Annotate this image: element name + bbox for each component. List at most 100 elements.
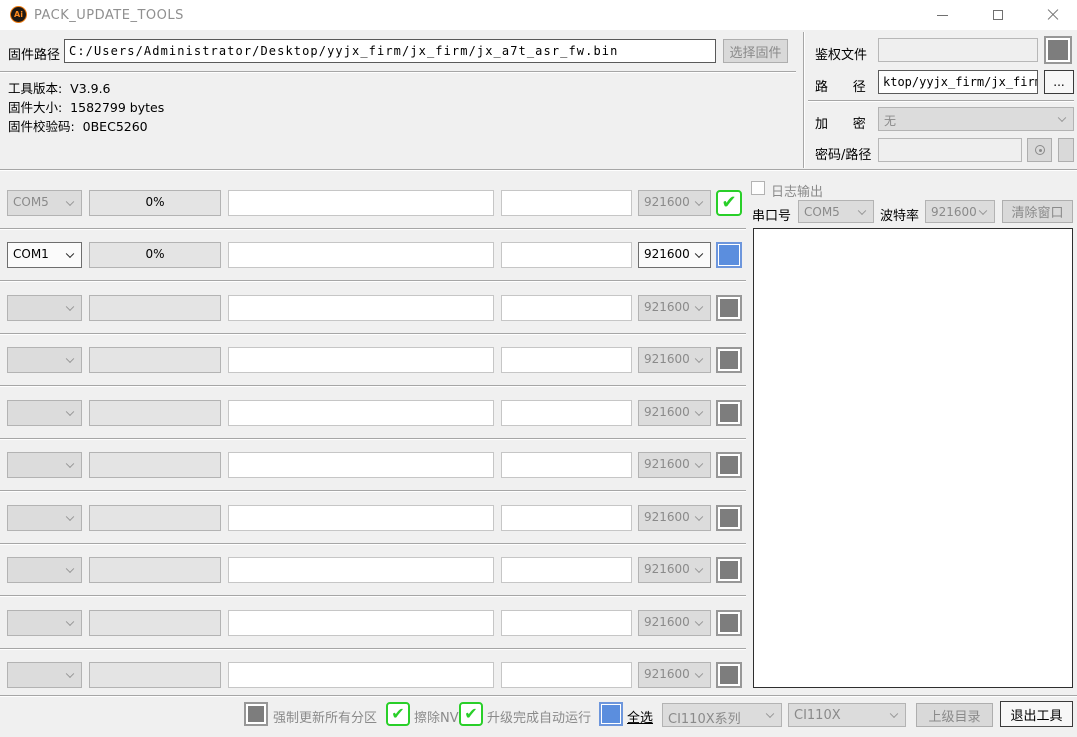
port-select[interactable]: COM1 bbox=[7, 242, 82, 268]
chevron-down-icon bbox=[695, 198, 703, 206]
log-output-checkbox[interactable] bbox=[751, 181, 765, 195]
port-select bbox=[7, 557, 82, 583]
checkbox-fill bbox=[1048, 40, 1068, 60]
port-select bbox=[7, 295, 82, 321]
row-divider bbox=[0, 543, 746, 544]
baud-value: 921600 bbox=[644, 615, 690, 629]
row-checkbox bbox=[716, 400, 742, 426]
auth-file-checkbox bbox=[1044, 36, 1072, 64]
baud-select: 921600 bbox=[638, 557, 711, 583]
baud-value: 921600 bbox=[644, 300, 690, 314]
chevron-down-icon bbox=[695, 460, 703, 468]
progress-bar bbox=[89, 400, 221, 426]
status-field-1 bbox=[228, 610, 494, 636]
chevron-down-icon bbox=[695, 565, 703, 573]
erase-nv-checkbox[interactable]: ✔ bbox=[386, 702, 410, 726]
baud-value: 921600 bbox=[644, 195, 690, 209]
status-field-2 bbox=[501, 295, 632, 321]
status-field-2 bbox=[501, 557, 632, 583]
select-all-label: 全选 bbox=[627, 707, 653, 726]
row-divider bbox=[0, 648, 746, 649]
exit-tool-button[interactable]: 退出工具 bbox=[1000, 701, 1073, 727]
parent-dir-button: 上级目录 bbox=[916, 703, 993, 727]
row-divider bbox=[0, 385, 746, 386]
baud-value: 921600 bbox=[644, 457, 690, 471]
auto-run-label: 升级完成自动运行 bbox=[487, 707, 591, 726]
baud-value: 921600 bbox=[644, 247, 690, 261]
status-field-2 bbox=[501, 610, 632, 636]
status-field-1 bbox=[228, 662, 494, 688]
checkbox-fill bbox=[720, 456, 738, 474]
baud-value: 921600 bbox=[644, 510, 690, 524]
row-divider bbox=[0, 595, 746, 596]
chevron-down-icon bbox=[858, 206, 866, 214]
progress-bar bbox=[89, 452, 221, 478]
port-value: COM5 bbox=[13, 195, 49, 209]
row-checkbox[interactable]: ✔ bbox=[716, 190, 742, 216]
auto-run-checkbox[interactable]: ✔ bbox=[459, 702, 483, 726]
log-output-area[interactable] bbox=[753, 228, 1073, 688]
chevron-down-icon bbox=[66, 670, 74, 678]
check-icon: ✔ bbox=[461, 704, 481, 723]
minimize-button[interactable] bbox=[922, 0, 962, 30]
chevron-down-icon bbox=[695, 618, 703, 626]
password-extra-button[interactable] bbox=[1058, 138, 1074, 162]
row-divider bbox=[0, 280, 746, 281]
force-update-checkbox bbox=[244, 702, 268, 726]
password-show-button[interactable] bbox=[1027, 138, 1052, 162]
close-button[interactable] bbox=[1033, 0, 1073, 30]
select-firmware-button: 选择固件 bbox=[723, 39, 788, 63]
maximize-button[interactable] bbox=[978, 0, 1018, 30]
checkbox-fill bbox=[720, 509, 738, 527]
firmware-checksum-text: 固件校验码: 0BEC5260 bbox=[8, 116, 148, 135]
com-row: 921600 bbox=[0, 662, 746, 688]
row-checkbox bbox=[716, 557, 742, 583]
status-field-1 bbox=[228, 190, 494, 216]
close-icon bbox=[1047, 9, 1059, 21]
status-field-1 bbox=[228, 295, 494, 321]
status-field-1 bbox=[228, 505, 494, 531]
status-field-1 bbox=[228, 452, 494, 478]
status-field-1 bbox=[228, 400, 494, 426]
checkbox-fill bbox=[720, 404, 738, 422]
row-checkbox bbox=[716, 452, 742, 478]
series-select: CI110X系列 bbox=[662, 703, 782, 727]
encrypt-select: 无 bbox=[878, 107, 1074, 131]
force-update-label: 强制更新所有分区 bbox=[273, 707, 377, 726]
auth-path-label: 路 径 bbox=[815, 76, 866, 95]
minimize-icon bbox=[937, 15, 948, 16]
baud-select[interactable]: 921600 bbox=[638, 242, 711, 268]
chevron-down-icon bbox=[66, 460, 74, 468]
status-field-1 bbox=[228, 347, 494, 373]
divider bbox=[0, 695, 1077, 696]
status-field-2 bbox=[501, 505, 632, 531]
status-field-1 bbox=[228, 242, 494, 268]
model-value: CI110X bbox=[794, 708, 841, 723]
checkbox-fill bbox=[248, 706, 264, 722]
firmware-path-input[interactable]: C:/Users/Administrator/Desktop/yyjx_firm… bbox=[64, 39, 716, 63]
chevron-down-icon bbox=[979, 206, 987, 214]
row-checkbox[interactable] bbox=[716, 242, 742, 268]
baud-select: 921600 bbox=[638, 295, 711, 321]
checkbox-fill bbox=[720, 351, 738, 369]
serial-port-label: 串口号 bbox=[752, 205, 791, 224]
browse-button[interactable]: ... bbox=[1044, 70, 1074, 94]
window-title: PACK_UPDATE_TOOLS bbox=[34, 8, 184, 23]
baud-select: 921600 bbox=[638, 190, 711, 216]
chevron-down-icon bbox=[695, 303, 703, 311]
chevron-down-icon bbox=[1058, 114, 1066, 122]
port-select bbox=[7, 347, 82, 373]
status-field-2 bbox=[501, 347, 632, 373]
chevron-down-icon bbox=[66, 618, 74, 626]
chevron-down-icon bbox=[695, 408, 703, 416]
baud-rate-value: 921600 bbox=[931, 205, 977, 219]
baud-select: 921600 bbox=[638, 452, 711, 478]
baud-select: 921600 bbox=[638, 347, 711, 373]
checkbox-fill bbox=[720, 666, 738, 684]
select-all-checkbox[interactable] bbox=[599, 702, 623, 726]
status-field-2 bbox=[501, 452, 632, 478]
app-window: Ai PACK_UPDATE_TOOLS 固件路径 C:/Users/Admin… bbox=[0, 0, 1077, 737]
baud-select: 921600 bbox=[638, 505, 711, 531]
auth-path-input[interactable]: ktop/yyjx_firm/jx_firm bbox=[878, 70, 1038, 94]
status-field-2 bbox=[501, 662, 632, 688]
